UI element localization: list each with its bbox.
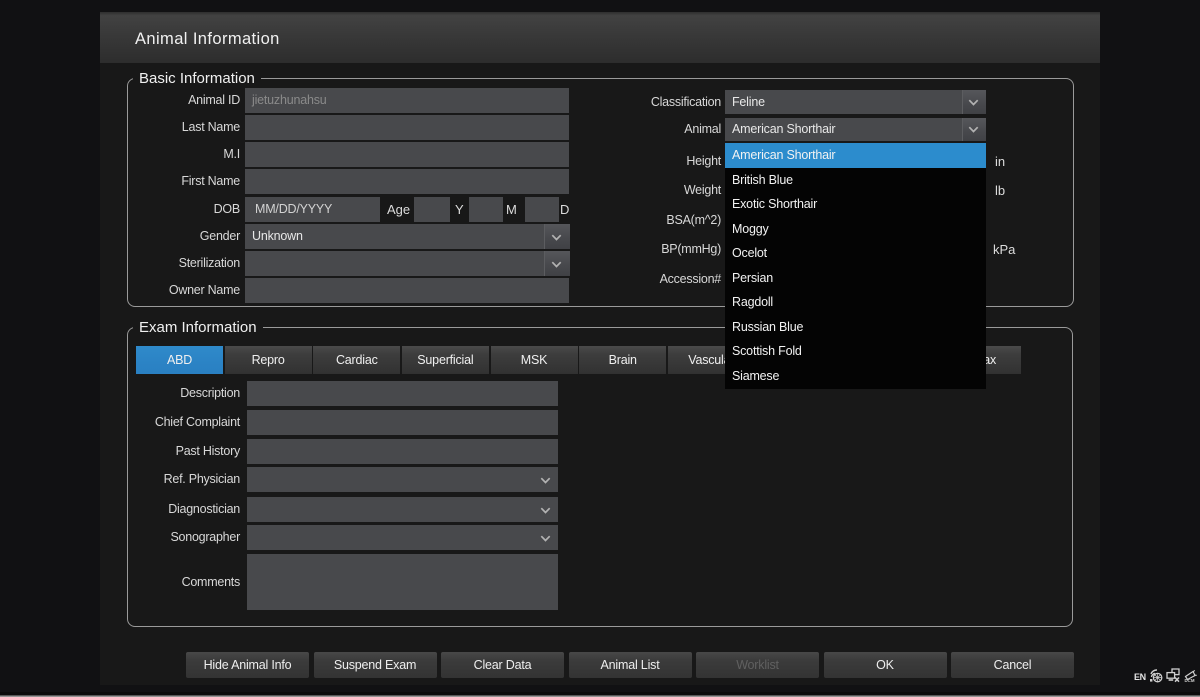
svg-text:DCM: DCM: [1185, 678, 1195, 683]
